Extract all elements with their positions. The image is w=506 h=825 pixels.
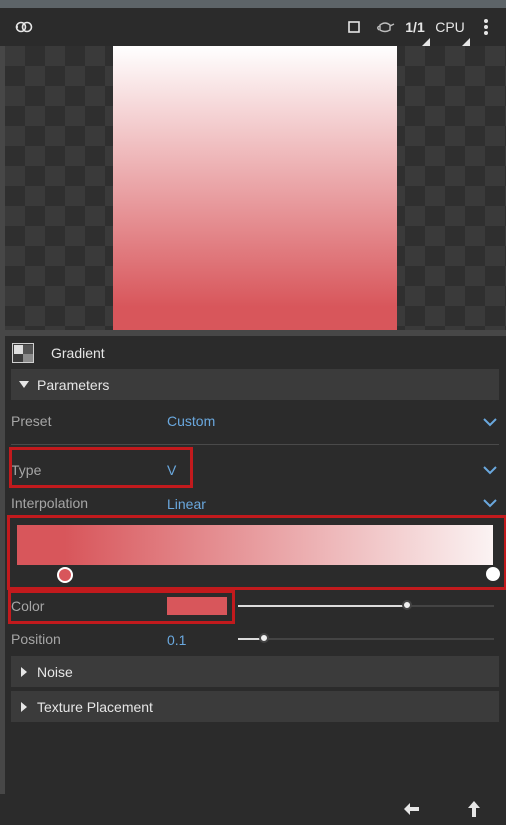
color-slider-handle[interactable] [401, 600, 412, 610]
node-link-icon[interactable] [12, 8, 36, 46]
section-texture-placement[interactable]: Texture Placement [11, 691, 499, 722]
engine-label: CPU [435, 19, 465, 35]
section-texture-placement-label: Texture Placement [37, 698, 153, 715]
collapse-triangle-icon [19, 381, 29, 388]
position-slider-track[interactable] [238, 638, 494, 640]
window-top-border [0, 0, 506, 8]
position-slider-handle[interactable] [258, 633, 269, 643]
expand-triangle-icon [21, 666, 27, 677]
bottom-bar [5, 794, 506, 825]
position-label: Position [11, 631, 61, 647]
highlight-box-color [8, 590, 235, 624]
node-title: Gradient [51, 345, 105, 361]
teapot-icon[interactable] [373, 8, 397, 46]
chevron-down-icon[interactable] [483, 464, 497, 476]
texture-preview[interactable] [5, 46, 506, 330]
ratio-label: 1/1 [405, 19, 425, 35]
section-noise-label: Noise [37, 663, 73, 680]
highlight-box-type [9, 447, 193, 488]
section-noise[interactable]: Noise [11, 656, 499, 687]
engine-dropdown-corner-icon [462, 38, 470, 46]
color-slider-fill [238, 605, 407, 607]
gradient-node-icon [12, 343, 34, 363]
viewer-toolbar: 1/1 CPU [0, 8, 506, 46]
interpolation-dropdown[interactable]: Linear [167, 496, 206, 512]
arrow-left-icon[interactable] [398, 798, 424, 820]
arrow-up-icon[interactable] [461, 798, 487, 820]
square-frame-icon[interactable] [344, 8, 364, 46]
preset-label: Preset [11, 413, 52, 429]
vertical-dots-icon[interactable] [478, 8, 494, 46]
highlight-box-ramp [7, 515, 506, 590]
section-parameters-label: Parameters [37, 376, 110, 393]
position-value[interactable]: 0.1 [167, 632, 186, 648]
expand-triangle-icon [21, 701, 27, 712]
separator [11, 444, 499, 445]
ratio-dropdown-corner-icon [422, 38, 430, 46]
preset-dropdown[interactable]: Custom [167, 413, 215, 429]
properties-panel: Gradient Parameters Preset Custom Type V… [5, 336, 506, 794]
chevron-down-icon[interactable] [483, 497, 497, 509]
chevron-down-icon[interactable] [483, 416, 497, 428]
gradient-preview-image [113, 46, 397, 330]
interpolation-label: Interpolation [11, 495, 89, 511]
section-parameters[interactable]: Parameters [11, 369, 499, 400]
